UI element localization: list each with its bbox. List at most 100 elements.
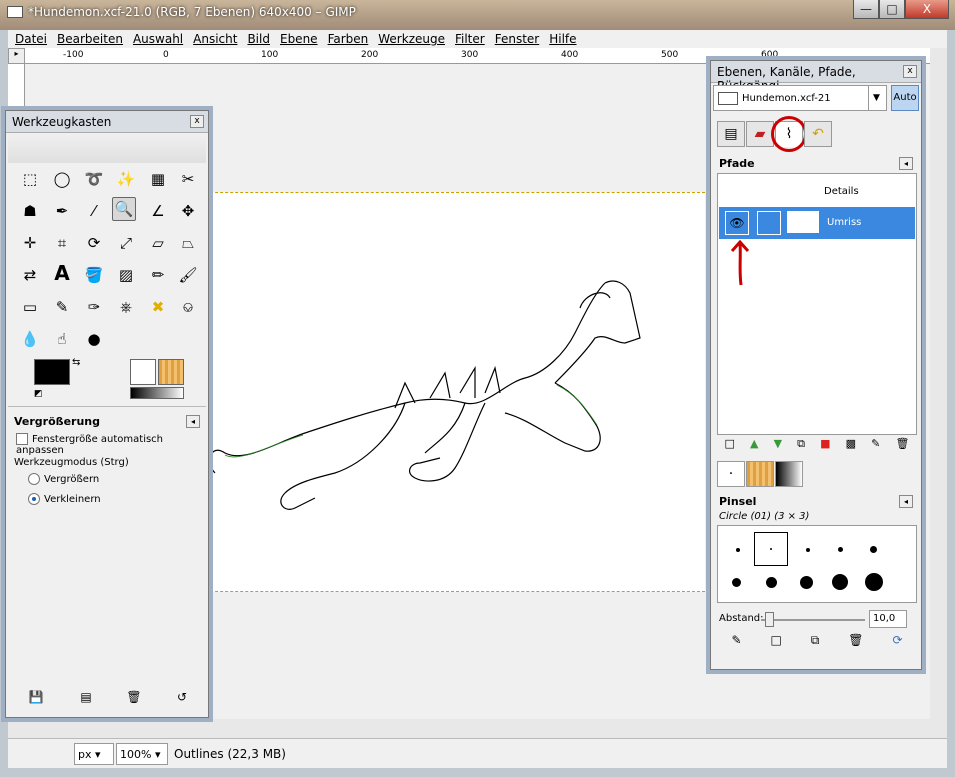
stroke-path-icon[interactable]: ✎ <box>871 437 880 457</box>
zoom-tool-icon[interactable]: 🔍 <box>112 197 136 221</box>
brush-item[interactable] <box>800 576 813 589</box>
delete-path-icon[interactable]: 🗑 <box>895 437 909 457</box>
menu-datei[interactable]: Datei <box>15 32 47 46</box>
brush-grid[interactable] <box>717 525 917 603</box>
rect-select-icon[interactable]: ⬚ <box>18 167 42 191</box>
lower-path-icon[interactable]: ▼ <box>774 437 782 457</box>
image-select-arrow-icon[interactable]: ▼ <box>868 86 884 110</box>
brush-item[interactable] <box>766 577 777 588</box>
raise-path-icon[interactable]: ▲ <box>750 437 758 457</box>
new-path-icon[interactable]: □ <box>725 437 735 457</box>
selection-to-path-icon[interactable]: ▩ <box>846 437 856 457</box>
reset-colors-icon[interactable]: ◩ <box>34 389 43 399</box>
measure-icon[interactable]: ∠ <box>146 199 170 223</box>
visibility-eye-icon[interactable]: 👁 <box>725 211 749 235</box>
brush-preview[interactable] <box>130 359 156 385</box>
menu-filter[interactable]: Filter <box>455 32 485 46</box>
zoom-select[interactable]: 100% ▾ <box>116 743 168 765</box>
brush-item[interactable] <box>806 548 810 552</box>
spacing-input[interactable]: 10,0 <box>869 610 907 628</box>
dock-close-button[interactable]: x <box>903 65 917 78</box>
path-row-umriss[interactable]: 👁 Umriss <box>719 207 915 239</box>
gradient-preview[interactable] <box>130 387 184 399</box>
zoom-in-option[interactable]: Vergrößern <box>28 473 99 485</box>
menu-ebene[interactable]: Ebene <box>280 32 318 46</box>
edit-brush-icon[interactable]: ✎ <box>731 633 741 653</box>
scale-icon[interactable]: ⤢ <box>114 231 138 255</box>
brush-item[interactable] <box>732 578 741 587</box>
chain-toggle[interactable] <box>757 211 781 235</box>
align-icon[interactable]: ✛ <box>18 231 42 255</box>
bucket-fill-icon[interactable]: 🪣 <box>82 263 106 287</box>
horizontal-scrollbar[interactable] <box>8 719 930 738</box>
menu-hilfe[interactable]: Hilfe <box>549 32 576 46</box>
menu-fenster[interactable]: Fenster <box>495 32 540 46</box>
restore-options-icon[interactable]: ▤ <box>74 685 98 709</box>
shear-icon[interactable]: ▱ <box>146 231 170 255</box>
duplicate-brush-icon[interactable]: ⧉ <box>811 633 820 653</box>
color-picker-icon[interactable]: ⁄ <box>82 199 106 223</box>
heal-icon[interactable]: ✖ <box>146 295 170 319</box>
tab-undo-icon[interactable]: ↶ <box>804 121 832 147</box>
auto-button[interactable]: Auto <box>891 85 919 111</box>
spacing-slider-handle[interactable] <box>765 612 774 627</box>
save-options-icon[interactable]: 💾 <box>24 685 48 709</box>
image-canvas[interactable] <box>185 192 705 592</box>
foreground-select-icon[interactable]: ☗ <box>18 199 42 223</box>
menu-auswahl[interactable]: Auswahl <box>133 32 183 46</box>
scissors-icon[interactable]: ✂ <box>176 167 200 191</box>
brush-item[interactable] <box>736 548 740 552</box>
perspective-clone-icon[interactable]: ⎉ <box>176 295 200 319</box>
wilber-drop-area[interactable] <box>8 133 206 163</box>
dock-titlebar[interactable]: Ebenen, Kanäle, Pfade, Rückgängi...x <box>711 61 921 93</box>
dodge-burn-icon[interactable]: ● <box>82 327 106 351</box>
toolbox-close-button[interactable]: x <box>190 115 204 128</box>
clone-icon[interactable]: ⎈ <box>114 295 138 319</box>
delete-brush-icon[interactable]: 🗑 <box>848 633 863 653</box>
perspective-icon[interactable]: ⏢ <box>176 231 200 255</box>
crop-icon[interactable]: ⌗ <box>50 231 74 255</box>
zoom-out-option[interactable]: Verkleinern <box>28 493 101 505</box>
foreground-color-swatch[interactable] <box>34 359 70 385</box>
ellipse-select-icon[interactable]: ◯ <box>50 167 74 191</box>
pattern-preview[interactable] <box>158 359 184 385</box>
refresh-brushes-icon[interactable]: ⟳ <box>892 633 902 653</box>
brush-item[interactable] <box>832 574 848 590</box>
vertical-scrollbar[interactable] <box>930 48 947 738</box>
duplicate-path-icon[interactable]: ⧉ <box>797 437 805 457</box>
brush-item[interactable] <box>838 547 843 552</box>
move-icon[interactable]: ✥ <box>176 199 200 223</box>
tab-layers-icon[interactable]: ▤ <box>717 121 745 147</box>
zoom-out-radio[interactable] <box>28 493 40 505</box>
maximize-button[interactable]: □ <box>879 0 905 19</box>
brushes-menu-button[interactable]: ◂ <box>899 495 913 508</box>
tool-options-menu-button[interactable]: ◂ <box>186 415 200 428</box>
tab-patterns-icon[interactable] <box>746 461 774 487</box>
brush-item[interactable] <box>870 546 877 553</box>
tab-brushes-icon[interactable]: · <box>717 461 745 487</box>
zoom-in-radio[interactable] <box>28 473 40 485</box>
rotate-icon[interactable]: ⟳ <box>82 231 106 255</box>
auto-resize-checkbox[interactable] <box>16 433 28 445</box>
menu-ansicht[interactable]: Ansicht <box>193 32 237 46</box>
path-name[interactable]: Umriss <box>827 217 861 228</box>
close-button[interactable]: X <box>905 0 949 19</box>
tab-gradients-icon[interactable] <box>775 461 803 487</box>
tab-channels-icon[interactable]: ▰ <box>746 121 774 147</box>
brush-item[interactable] <box>770 548 772 550</box>
smudge-icon[interactable]: ☝ <box>50 327 74 351</box>
eraser-icon[interactable]: ▭ <box>18 295 42 319</box>
color-select-icon[interactable]: ▦ <box>146 167 170 191</box>
path-to-selection-icon[interactable]: ■ <box>820 437 830 457</box>
flip-icon[interactable]: ⇄ <box>18 263 42 287</box>
delete-options-icon[interactable]: 🗑 <box>122 685 146 709</box>
unit-select[interactable]: px ▾ <box>74 743 114 765</box>
menu-farben[interactable]: Farben <box>328 32 369 46</box>
new-brush-icon[interactable]: □ <box>770 633 781 653</box>
swap-colors-icon[interactable]: ⇆ <box>72 357 80 368</box>
reset-options-icon[interactable]: ↺ <box>170 685 194 709</box>
window-titlebar[interactable]: *Hundemon.xcf-21.0 (RGB, 7 Ebenen) 640x4… <box>0 0 955 30</box>
quick-mask-toggle[interactable]: ▸ <box>8 48 25 64</box>
fuzzy-select-icon[interactable]: ✨ <box>114 167 138 191</box>
paths-tool-icon[interactable]: ✒ <box>50 199 74 223</box>
